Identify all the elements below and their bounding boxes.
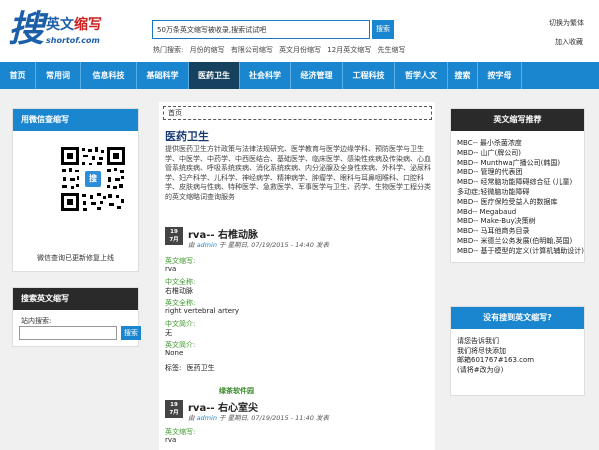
logo-title-black: 英文 [46, 17, 74, 33]
notfound-line: (请将#改为@) [457, 365, 504, 374]
post-tags: 标签: 医药卫生 [165, 363, 215, 373]
recommend-item[interactable]: 多动症;轻微脑功能障碍 [457, 188, 584, 198]
top-links: 切换为繁体 加入收藏 [549, 15, 584, 50]
hot-item[interactable]: 月份的缩写 [190, 46, 225, 54]
notfound-email[interactable]: 邮箱601767#163.com [457, 356, 534, 366]
post-date-badge: 19 7月 [165, 227, 183, 245]
post-meta-prefix: 由 [188, 414, 195, 422]
nav-search[interactable]: 搜索 [448, 62, 478, 89]
post-month: 7月 [169, 410, 179, 416]
site-logo[interactable]: 搜 英文缩写 shortof.com [8, 6, 108, 56]
notfound-line: 请您告诉我们 [457, 337, 499, 345]
notfound-text: 请您告诉我们 我们将尽快添加 邮箱601767#163.com (请将#改为@) [457, 337, 534, 375]
post-day: 19 [170, 229, 178, 235]
recommend-item[interactable]: MBD-- 马耳他商务目录 [457, 227, 584, 237]
hot-item[interactable]: 12月英文缩写 [327, 46, 371, 54]
nav-common[interactable]: 常用词 [36, 62, 81, 89]
nav-economy[interactable]: 经济管理 [291, 62, 343, 89]
post-author[interactable]: admin [197, 241, 217, 249]
recommend-item[interactable]: MBD-- 医疗保险受益人的数据库 [457, 198, 584, 208]
nav-it[interactable]: 信息科技 [81, 62, 137, 89]
hot-item[interactable]: 先生缩写 [377, 46, 405, 54]
recommend-item[interactable]: MBC-- 最小杀菌浓度 [457, 139, 584, 149]
field-value: 右椎动脉 [165, 287, 193, 295]
post-day: 19 [170, 402, 178, 408]
nav-alphabet[interactable]: 按字母 [478, 62, 522, 89]
category-title: 医药卫生 [165, 130, 209, 143]
recommend-item[interactable]: MBD-- Munthwa广播公司(韩国) [457, 159, 584, 169]
recommend-item[interactable]: MBD-- 经常脑功能障碍综合征 (儿童) [457, 178, 584, 188]
post-meta-date: 于 星期日, 07/19/2015 - 11:40 发表 [219, 414, 329, 422]
main-nav: 首页 常用词 信息科技 基础科学 医药卫生 社会科学 经济管理 工程科技 哲学人… [0, 62, 599, 89]
switch-traditional-link[interactable]: 切换为繁体 [549, 15, 584, 31]
post-meta: 由 admin 于 星期日, 07/19/2015 - 14:40 发表 [188, 239, 329, 249]
hot-label: 热门搜索: [153, 46, 184, 54]
nav-home[interactable]: 首页 [0, 62, 36, 89]
field-value: 无 [165, 329, 172, 337]
wechat-panel-title: 用微信查缩写 [13, 109, 138, 131]
category-description: 提供医药卫生方针政策与法律法规研究、医学教育与医学边缘学科、预防医学与卫生学、中… [165, 145, 431, 201]
recommend-item[interactable]: MBD-- 基于模型的定义(计算机辅助设计) [457, 247, 584, 257]
tag-label: 标签: [165, 364, 182, 372]
search-input[interactable]: 50万条英文缩写被收录,搜索试试吧 [152, 20, 370, 39]
recommend-item[interactable]: MBd-- Megabaud [457, 208, 584, 218]
main-content: 首页 医药卫生 提供医药卫生方针政策与法律法规研究、医学教育与医学边缘学科、预防… [159, 102, 435, 450]
field-value: right vertebral artery [165, 307, 240, 315]
site-header: 搜 英文缩写 shortof.com 50万条英文缩写被收录,搜索试试吧 搜索 … [0, 0, 599, 62]
logo-title: 英文缩写 [46, 14, 102, 34]
nav-medicine[interactable]: 医药卫生 [189, 62, 240, 89]
recommend-item[interactable]: MBD-- 管理的代表团 [457, 168, 584, 178]
post-meta-prefix: 由 [188, 241, 195, 249]
nav-philosophy[interactable]: 哲学人文 [395, 62, 448, 89]
tag-link[interactable]: 医药卫生 [187, 364, 215, 372]
logo-glyph: 搜 [8, 8, 45, 50]
hot-item[interactable]: 英文月份缩写 [279, 46, 321, 54]
search-button[interactable]: 搜索 [372, 20, 394, 39]
post-month: 7月 [169, 237, 179, 243]
qr-center-logo: 搜 [89, 174, 97, 183]
side-search-title: 搜索英文缩写 [13, 288, 138, 310]
post-date-badge: 19 7月 [165, 400, 183, 418]
notfound-line: 我们将尽快添加 [457, 346, 506, 355]
wechat-panel: 用微信查缩写 搜 微信查询已更新修复上线 [12, 108, 139, 272]
logo-domain: shortof.com [46, 36, 100, 45]
notfound-panel: 没有搜到英文缩写? 请您告诉我们 我们将尽快添加 邮箱601767#163.co… [450, 306, 585, 396]
recommend-panel: 英文缩写推荐 MBC-- 最小杀菌浓度 MBD-- 山广(牌公司) MBD-- … [450, 108, 585, 263]
field-value: rva [165, 436, 177, 444]
side-search-input[interactable] [19, 326, 117, 340]
post-meta-date: 于 星期日, 07/19/2015 - 14:40 发表 [219, 241, 329, 249]
wechat-caption: 微信查询已更新修复上线 [37, 254, 114, 262]
side-search-label: 站内搜索: [21, 317, 52, 325]
hot-searches: 热门搜索: 月份的缩写 有限公司缩写 英文月份缩写 12月英文缩写 先生缩写 [153, 45, 409, 55]
field-value: None [165, 349, 184, 357]
logo-title-red: 缩写 [74, 17, 102, 33]
nav-engineering[interactable]: 工程科技 [343, 62, 395, 89]
nav-science[interactable]: 基础科学 [137, 62, 189, 89]
post-author[interactable]: admin [197, 414, 217, 422]
recommend-item[interactable]: MBD-- 山广(牌公司) [457, 149, 584, 159]
recommend-item[interactable]: MBD-- Make-Buy决策树 [457, 217, 584, 227]
side-search-button[interactable]: 搜索 [121, 326, 141, 340]
watermark-logo: 绿茶软件园 [219, 387, 254, 395]
hot-item[interactable]: 有限公司缩写 [231, 46, 273, 54]
recommend-item[interactable]: MBD-- 米德兰公务发展(伯明翰,英国) [457, 237, 584, 247]
post-meta: 由 admin 于 星期日, 07/19/2015 - 11:40 发表 [188, 412, 329, 422]
nav-social[interactable]: 社会科学 [240, 62, 291, 89]
recommend-list: MBC-- 最小杀菌浓度 MBD-- 山广(牌公司) MBD-- Munthwa… [457, 139, 584, 257]
add-favorite-link[interactable]: 加入收藏 [549, 34, 584, 50]
side-search-panel: 搜索英文缩写 站内搜索: 搜索 [12, 287, 141, 347]
breadcrumb[interactable]: 首页 [163, 106, 432, 120]
notfound-title: 没有搜到英文缩写? [451, 307, 584, 329]
field-value: rva [165, 265, 177, 273]
recommend-title: 英文缩写推荐 [451, 109, 584, 131]
